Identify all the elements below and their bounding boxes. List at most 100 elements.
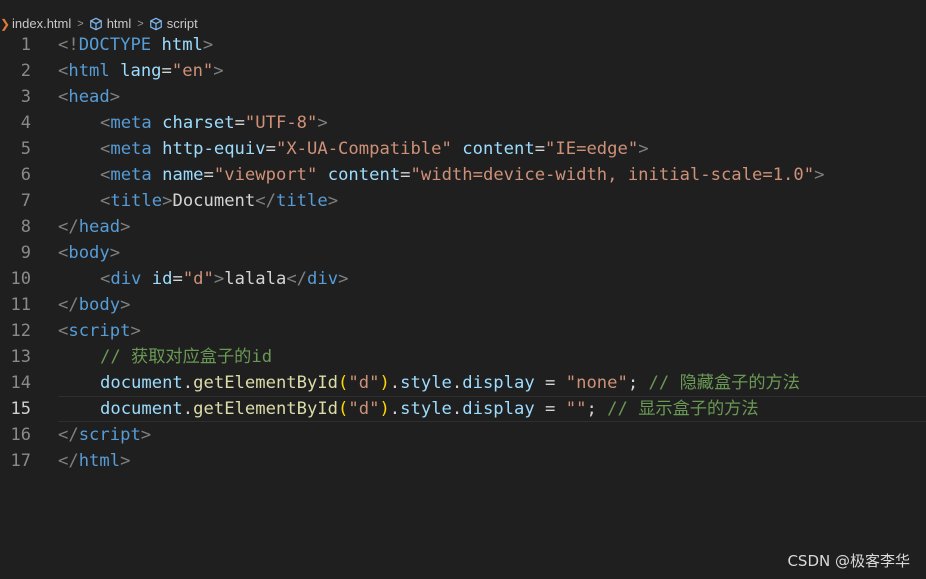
code-text[interactable]: <body> xyxy=(58,240,120,266)
code-token: document xyxy=(100,399,183,419)
code-line[interactable]: 10 <div id="d">lalala</div> xyxy=(0,266,926,292)
line-number: 7 xyxy=(20,191,31,211)
code-token: // xyxy=(648,373,680,393)
code-line[interactable]: 12 <script> xyxy=(0,318,926,344)
code-editor[interactable]: 1 <!DOCTYPE html> 2 <html lang="en"> 3 <head>… xyxy=(0,32,926,474)
line-number: 1 xyxy=(20,35,31,55)
code-line[interactable]: 5 <meta http-equiv="X-UA-Compatible" cont… xyxy=(0,136,926,162)
code-token: display xyxy=(462,399,535,419)
chevron-right-icon: > xyxy=(137,17,144,30)
code-token: < xyxy=(58,87,69,107)
breadcrumb: ❯ index.html > html > script xyxy=(0,0,926,36)
code-token: > xyxy=(120,451,131,471)
code-token: title xyxy=(275,191,328,211)
code-token: > xyxy=(213,269,225,289)
code-token: style xyxy=(400,399,452,419)
line-number: 5 xyxy=(20,139,31,159)
code-token: </ xyxy=(58,217,79,237)
code-token: . xyxy=(451,399,463,419)
code-text[interactable]: document.getElementById("d").style.displ… xyxy=(58,370,800,396)
code-token: "viewport" xyxy=(213,165,318,185)
code-token: < xyxy=(100,269,111,289)
code-token: ( xyxy=(338,373,349,393)
line-number: 4 xyxy=(20,113,31,133)
code-token: <! xyxy=(58,35,79,55)
code-line[interactable]: 13 // 获取对应盒子的id xyxy=(0,344,926,370)
code-token: Document xyxy=(172,191,256,211)
code-token: script xyxy=(78,425,141,445)
code-line[interactable]: 1 <!DOCTYPE html> xyxy=(0,32,926,58)
code-token: . xyxy=(451,373,463,393)
code-token: < xyxy=(58,321,69,341)
code-text[interactable]: </head> xyxy=(58,214,130,240)
code-text[interactable]: <meta charset="UTF-8"> xyxy=(58,110,328,136)
code-token: < xyxy=(58,61,69,81)
code-text[interactable]: </script> xyxy=(58,422,151,448)
code-line[interactable]: 9 <body> xyxy=(0,240,926,266)
code-line[interactable]: 16 </script> xyxy=(0,422,926,448)
code-text[interactable]: // 获取对应盒子的id xyxy=(58,344,272,370)
code-line[interactable]: 7 <title>Document</title> xyxy=(0,188,926,214)
code-token: 显示盒子的方法 xyxy=(638,399,759,419)
code-token: div xyxy=(110,269,142,289)
code-line[interactable]: 15 document.getElementById("d").style.dis… xyxy=(0,396,926,422)
code-token: "d" xyxy=(182,269,214,289)
code-text[interactable]: document.getElementById("d").style.displ… xyxy=(58,396,759,422)
code-text[interactable]: <script> xyxy=(58,318,141,344)
code-token: charset xyxy=(162,113,235,133)
element-cube-icon xyxy=(149,17,162,30)
code-token: ; xyxy=(586,399,608,419)
code-text[interactable]: <!DOCTYPE html> xyxy=(58,32,213,58)
code-text[interactable]: </html> xyxy=(58,448,130,474)
code-text[interactable]: <html lang="en"> xyxy=(58,58,224,84)
code-text[interactable]: </body> xyxy=(58,292,130,318)
line-number: 12 xyxy=(10,321,31,341)
breadcrumb-item-script[interactable]: script xyxy=(149,15,198,33)
code-token: = xyxy=(234,113,245,133)
line-number: 11 xyxy=(10,295,31,315)
code-token: </ xyxy=(58,425,79,445)
code-text[interactable]: <meta name="viewport" content="width=dev… xyxy=(58,162,824,188)
code-line[interactable]: 8 </head> xyxy=(0,214,926,240)
code-token: > xyxy=(213,61,224,81)
code-text[interactable]: <title>Document</title> xyxy=(58,188,338,214)
line-number: 16 xyxy=(10,425,31,445)
code-token: "X-UA-Compatible" xyxy=(275,139,452,159)
code-token: html xyxy=(161,35,203,55)
code-token: "none" xyxy=(565,373,628,393)
code-token: meta xyxy=(110,165,152,185)
code-token: head xyxy=(68,87,110,107)
code-token: = xyxy=(203,165,214,185)
code-token: "d" xyxy=(348,399,380,419)
code-token: > xyxy=(140,425,152,445)
code-token: 获取对应盒子的 xyxy=(131,347,252,367)
code-token: . xyxy=(182,399,194,419)
code-token: > xyxy=(120,217,131,237)
code-text[interactable]: <meta http-equiv="X-UA-Compatible" conte… xyxy=(58,136,649,162)
code-line[interactable]: 6 <meta name="viewport" content="width=de… xyxy=(0,162,926,188)
code-line[interactable]: 4 <meta charset="UTF-8"> xyxy=(0,110,926,136)
code-token: id xyxy=(151,269,173,289)
code-line[interactable]: 3 <head> xyxy=(0,84,926,110)
code-line[interactable]: 14 document.getElementById("d").style.dis… xyxy=(0,370,926,396)
code-text[interactable]: <div id="d">lalala</div> xyxy=(58,266,348,292)
code-text[interactable]: <head> xyxy=(58,84,120,110)
code-line[interactable]: 11 </body> xyxy=(0,292,926,318)
code-token: id xyxy=(251,347,273,367)
line-number: 15 xyxy=(10,399,31,419)
code-token: > xyxy=(162,191,173,211)
code-token: content xyxy=(327,165,401,185)
code-token: "d" xyxy=(348,373,380,393)
breadcrumb-item-file[interactable]: index.html xyxy=(12,15,71,33)
code-token: = xyxy=(172,269,183,289)
breadcrumb-item-html[interactable]: html xyxy=(89,15,131,33)
code-token: . xyxy=(182,373,194,393)
code-token: "" xyxy=(565,399,587,419)
code-line[interactable]: 17 </html> xyxy=(0,448,926,474)
code-line[interactable]: 2 <html lang="en"> xyxy=(0,58,926,84)
